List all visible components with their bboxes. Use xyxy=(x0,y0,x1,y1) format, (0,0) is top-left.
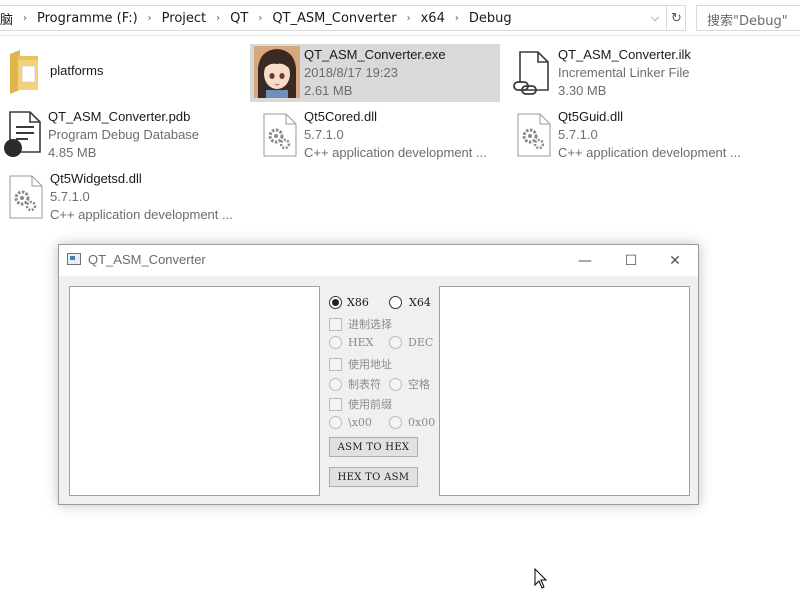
file-type: Program Debug Database xyxy=(48,127,200,142)
file-tile-qt5guid[interactable]: Qt5Guid.dll 5.7.1.0 C++ application deve… xyxy=(510,106,760,164)
breadcrumb-chevron-icon[interactable]: › xyxy=(449,13,465,24)
file-size: 3.30 MB xyxy=(558,83,607,98)
radio-button[interactable] xyxy=(389,336,402,349)
radio-x86[interactable]: X86 xyxy=(329,296,369,309)
qt-asm-converter-window: QT_ASM_Converter — ☐ ✕ X86 X64 进制选择 HEX … xyxy=(58,244,699,505)
file-name: QT_ASM_Converter.ilk xyxy=(558,47,691,62)
file-name: QT_ASM_Converter.pdb xyxy=(48,109,191,124)
radio-tab[interactable]: 制表符 xyxy=(329,376,381,392)
dll-gear-icon xyxy=(258,106,304,162)
file-name: Qt5Cored.dll xyxy=(304,109,377,124)
breadcrumb-item[interactable]: x64 xyxy=(417,11,449,26)
breadcrumb-item[interactable]: Project xyxy=(158,11,210,26)
file-date: 2018/8/17 19:23 xyxy=(304,65,398,80)
radio-hex-label: HEX xyxy=(348,336,374,349)
file-type: Incremental Linker File xyxy=(558,65,690,80)
dll-gear-icon xyxy=(4,168,50,224)
window-titlebar[interactable]: QT_ASM_Converter — ☐ ✕ xyxy=(59,245,698,276)
checkbox-use-prefix[interactable]: 使用前缀 xyxy=(329,396,392,412)
file-type: C++ application development ... xyxy=(558,145,741,160)
radio-prefix-x00-label: \x00 xyxy=(348,416,372,429)
radio-prefix-0x00[interactable]: 0x00 xyxy=(389,416,435,429)
breadcrumb-chevron-icon[interactable]: › xyxy=(17,13,33,24)
file-version: 5.7.1.0 xyxy=(304,127,344,142)
use-prefix-label: 使用前缀 xyxy=(348,398,392,411)
refresh-icon[interactable]: ↻ xyxy=(666,6,686,30)
radio-button[interactable] xyxy=(329,377,342,391)
mouse-cursor-icon xyxy=(534,567,548,594)
file-name: Qt5Guid.dll xyxy=(558,109,624,124)
radio-button[interactable] xyxy=(329,296,342,309)
radio-x64[interactable]: X64 xyxy=(389,296,431,309)
file-size: 2.61 MB xyxy=(304,83,353,98)
radio-button[interactable] xyxy=(329,416,342,429)
search-input[interactable]: 搜索"Debug" xyxy=(696,5,800,31)
dll-gear-icon xyxy=(512,106,558,162)
file-version: 5.7.1.0 xyxy=(558,127,598,142)
address-history-dropdown-icon[interactable]: ⌵ xyxy=(646,6,664,30)
breadcrumb-chevron-icon[interactable]: › xyxy=(210,13,226,24)
file-tile-platforms[interactable]: platforms xyxy=(4,44,244,102)
checkbox[interactable] xyxy=(329,397,342,411)
radio-space-label: 空格 xyxy=(408,378,430,391)
radio-button[interactable] xyxy=(389,296,402,309)
asm-to-hex-button[interactable]: ASM TO HEX xyxy=(329,437,418,457)
radio-prefix-0x00-label: 0x00 xyxy=(408,416,436,429)
radio-tab-label: 制表符 xyxy=(348,378,381,391)
window-title: QT_ASM_Converter xyxy=(88,252,206,267)
address-bar-row: 脑 › Programme (F:) › Project › QT › QT_A… xyxy=(0,0,800,36)
checkbox[interactable] xyxy=(329,317,342,331)
hex-to-asm-button[interactable]: HEX TO ASM xyxy=(329,467,418,487)
window-app-icon xyxy=(67,253,81,265)
file-size: 4.85 MB xyxy=(48,145,97,160)
file-name: Qt5Widgetsd.dll xyxy=(50,171,142,186)
file-type: C++ application development ... xyxy=(50,207,233,222)
breadcrumb[interactable]: 脑 › Programme (F:) › Project › QT › QT_A… xyxy=(0,5,686,31)
radio-prefix-x00[interactable]: \x00 xyxy=(329,416,372,429)
file-name: QT_ASM_Converter.exe xyxy=(304,47,446,62)
radio-hex[interactable]: HEX xyxy=(329,336,373,349)
file-tile-exe[interactable]: QT_ASM_Converter.exe 2018/8/17 19:23 2.6… xyxy=(250,44,500,102)
breadcrumb-item[interactable]: QT xyxy=(226,11,252,26)
file-tile-ilk[interactable]: QT_ASM_Converter.ilk Incremental Linker … xyxy=(508,44,778,102)
file-tile-qt5widgetsd[interactable]: Qt5Widgetsd.dll 5.7.1.0 C++ application … xyxy=(2,168,252,226)
radio-dec-label: DEC xyxy=(408,336,434,349)
hex-output-textbox[interactable] xyxy=(439,286,690,496)
radio-button[interactable] xyxy=(389,416,402,429)
breadcrumb-item[interactable]: Programme (F:) xyxy=(33,11,142,26)
radio-dec[interactable]: DEC xyxy=(389,336,433,349)
linked-file-icon xyxy=(512,44,558,100)
breadcrumb-chevron-icon[interactable]: › xyxy=(401,13,417,24)
pdb-file-icon xyxy=(2,106,48,162)
file-type: C++ application development ... xyxy=(304,145,487,160)
file-tile-pdb[interactable]: QT_ASM_Converter.pdb Program Debug Datab… xyxy=(0,106,244,164)
radio-x64-label: X64 xyxy=(409,296,431,309)
radix-label: 进制选择 xyxy=(348,318,392,331)
breadcrumb-item[interactable]: Debug xyxy=(465,11,516,26)
file-name: platforms xyxy=(50,63,104,78)
file-version: 5.7.1.0 xyxy=(50,189,90,204)
breadcrumb-chevron-icon[interactable]: › xyxy=(142,13,158,24)
close-icon[interactable]: ✕ xyxy=(652,245,698,276)
radio-space[interactable]: 空格 xyxy=(389,376,430,392)
breadcrumb-item[interactable]: QT_ASM_Converter xyxy=(268,11,400,26)
asm-input-textbox[interactable] xyxy=(69,286,320,496)
radio-button[interactable] xyxy=(389,377,402,391)
breadcrumb-chevron-icon[interactable]: › xyxy=(252,13,268,24)
minimize-icon[interactable]: — xyxy=(562,245,608,276)
file-tile-qt5cored[interactable]: Qt5Cored.dll 5.7.1.0 C++ application dev… xyxy=(256,106,506,164)
app-avatar-icon xyxy=(254,46,300,98)
checkbox[interactable] xyxy=(329,357,342,371)
folder-icon xyxy=(4,44,50,100)
checkbox-use-address[interactable]: 使用地址 xyxy=(329,356,392,372)
maximize-icon[interactable]: ☐ xyxy=(608,245,654,276)
radio-x86-label: X86 xyxy=(347,296,369,309)
radio-button[interactable] xyxy=(329,336,342,349)
breadcrumb-truncated[interactable]: 脑 xyxy=(0,9,17,28)
use-address-label: 使用地址 xyxy=(348,358,392,371)
checkbox-radix-select[interactable]: 进制选择 xyxy=(329,316,392,332)
